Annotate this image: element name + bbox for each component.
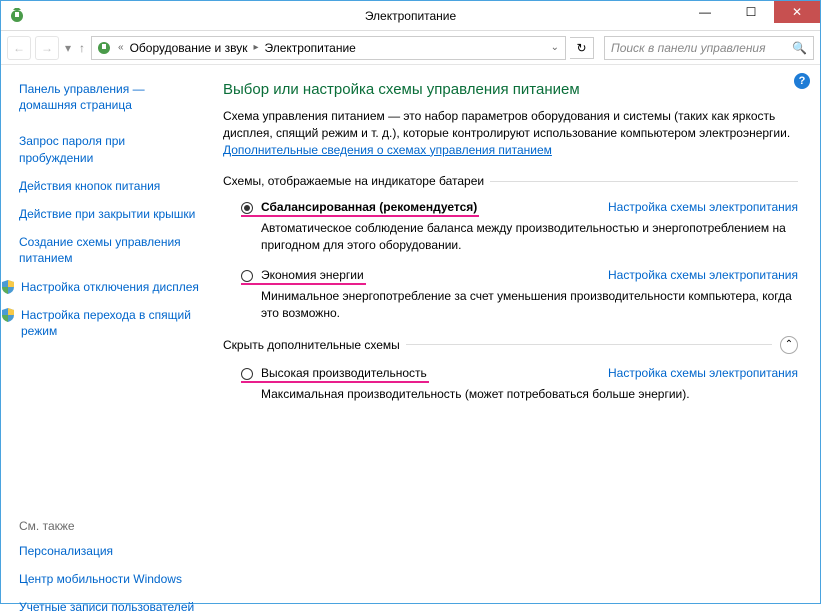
chevron-icon: « bbox=[116, 42, 126, 53]
learn-more-link[interactable]: Дополнительные сведения о схемах управле… bbox=[223, 143, 552, 157]
breadcrumb-item[interactable]: Оборудование и звук bbox=[130, 41, 248, 55]
section-additional-plans[interactable]: Скрыть дополнительные схемы ⌃ bbox=[223, 336, 798, 354]
change-plan-link[interactable]: Настройка схемы электропитания bbox=[608, 268, 798, 282]
plan-name[interactable]: Экономия энергии bbox=[261, 268, 364, 282]
body: Панель управления — домашняя страница За… bbox=[1, 65, 820, 603]
plan-description: Автоматическое соблюдение баланса между … bbox=[261, 220, 798, 254]
shield-icon bbox=[1, 280, 15, 294]
page-description: Схема управления питанием — это набор па… bbox=[223, 108, 798, 158]
plan-description: Минимальное энергопотребление за счет ум… bbox=[261, 288, 798, 322]
power-icon bbox=[96, 40, 112, 56]
page-title: Выбор или настройка схемы управления пит… bbox=[223, 81, 798, 98]
maximize-button[interactable]: ☐ bbox=[728, 1, 774, 23]
section-battery-plans: Схемы, отображаемые на индикаторе батаре… bbox=[223, 174, 798, 188]
sidebar-link-buttons[interactable]: Действия кнопок питания bbox=[19, 178, 199, 194]
plan-name[interactable]: Высокая производительность bbox=[261, 366, 427, 380]
plan-name[interactable]: Сбалансированная (рекомендуется) bbox=[261, 200, 477, 214]
sidebar-link-password[interactable]: Запрос пароля при пробуждении bbox=[19, 133, 199, 165]
chevron-right-icon: ▸ bbox=[251, 42, 260, 53]
change-plan-link[interactable]: Настройка схемы электропитания bbox=[608, 200, 798, 214]
breadcrumb[interactable]: « Оборудование и звук ▸ Электропитание ⌄ bbox=[91, 36, 566, 60]
close-button[interactable]: ✕ bbox=[774, 1, 820, 23]
power-icon bbox=[9, 8, 25, 24]
minimize-button[interactable]: — bbox=[682, 1, 728, 23]
search-icon[interactable]: 🔍 bbox=[792, 41, 807, 55]
sidebar-link-personalization[interactable]: Персонализация bbox=[19, 543, 199, 559]
plan-high-performance: Высокая производительность Настройка схе… bbox=[241, 366, 798, 403]
radio-high-performance[interactable] bbox=[241, 368, 253, 380]
help-icon[interactable]: ? bbox=[794, 73, 810, 89]
window-buttons: — ☐ ✕ bbox=[682, 1, 820, 30]
radio-balanced[interactable] bbox=[241, 202, 253, 214]
see-also-label: См. также bbox=[19, 519, 199, 533]
back-button[interactable]: ← bbox=[7, 36, 31, 60]
sidebar-link-lid[interactable]: Действие при закрытии крышки bbox=[19, 206, 199, 222]
plan-description: Максимальная производительность (может п… bbox=[261, 386, 798, 403]
forward-button[interactable]: → bbox=[35, 36, 59, 60]
main-content: ? Выбор или настройка схемы управления п… bbox=[211, 65, 820, 603]
plan-balanced: Сбалансированная (рекомендуется) Настрой… bbox=[241, 200, 798, 254]
plan-power-saver: Экономия энергии Настройка схемы электро… bbox=[241, 268, 798, 322]
sidebar-link-create-plan[interactable]: Создание схемы управления питанием bbox=[19, 234, 199, 266]
titlebar: Электропитание — ☐ ✕ bbox=[1, 1, 820, 31]
window-title: Электропитание bbox=[365, 9, 456, 23]
sidebar-link-mobility[interactable]: Центр мобильности Windows bbox=[19, 571, 199, 587]
sidebar-link-sleep[interactable]: Настройка перехода в спящий режим bbox=[1, 307, 199, 339]
sidebar-home-link[interactable]: Панель управления — домашняя страница bbox=[19, 81, 199, 113]
change-plan-link[interactable]: Настройка схемы электропитания bbox=[608, 366, 798, 380]
search-placeholder: Поиск в панели управления bbox=[611, 41, 766, 55]
chevron-down-icon[interactable]: ⌄ bbox=[549, 42, 561, 53]
sidebar-link-accounts[interactable]: Учетные записи пользователей bbox=[19, 599, 199, 615]
up-button[interactable]: ↑ bbox=[79, 41, 85, 55]
sidebar-link-display-off[interactable]: Настройка отключения дисплея bbox=[1, 279, 199, 295]
shield-icon bbox=[1, 308, 15, 322]
history-dropdown-icon[interactable]: ▾ bbox=[65, 41, 71, 55]
collapse-button[interactable]: ⌃ bbox=[780, 336, 798, 354]
sidebar: Панель управления — домашняя страница За… bbox=[1, 65, 211, 603]
breadcrumb-item[interactable]: Электропитание bbox=[264, 41, 355, 55]
navbar: ← → ▾ ↑ « Оборудование и звук ▸ Электроп… bbox=[1, 31, 820, 65]
search-input[interactable]: Поиск в панели управления 🔍 bbox=[604, 36, 814, 60]
radio-power-saver[interactable] bbox=[241, 270, 253, 282]
refresh-button[interactable]: ↻ bbox=[570, 37, 594, 59]
